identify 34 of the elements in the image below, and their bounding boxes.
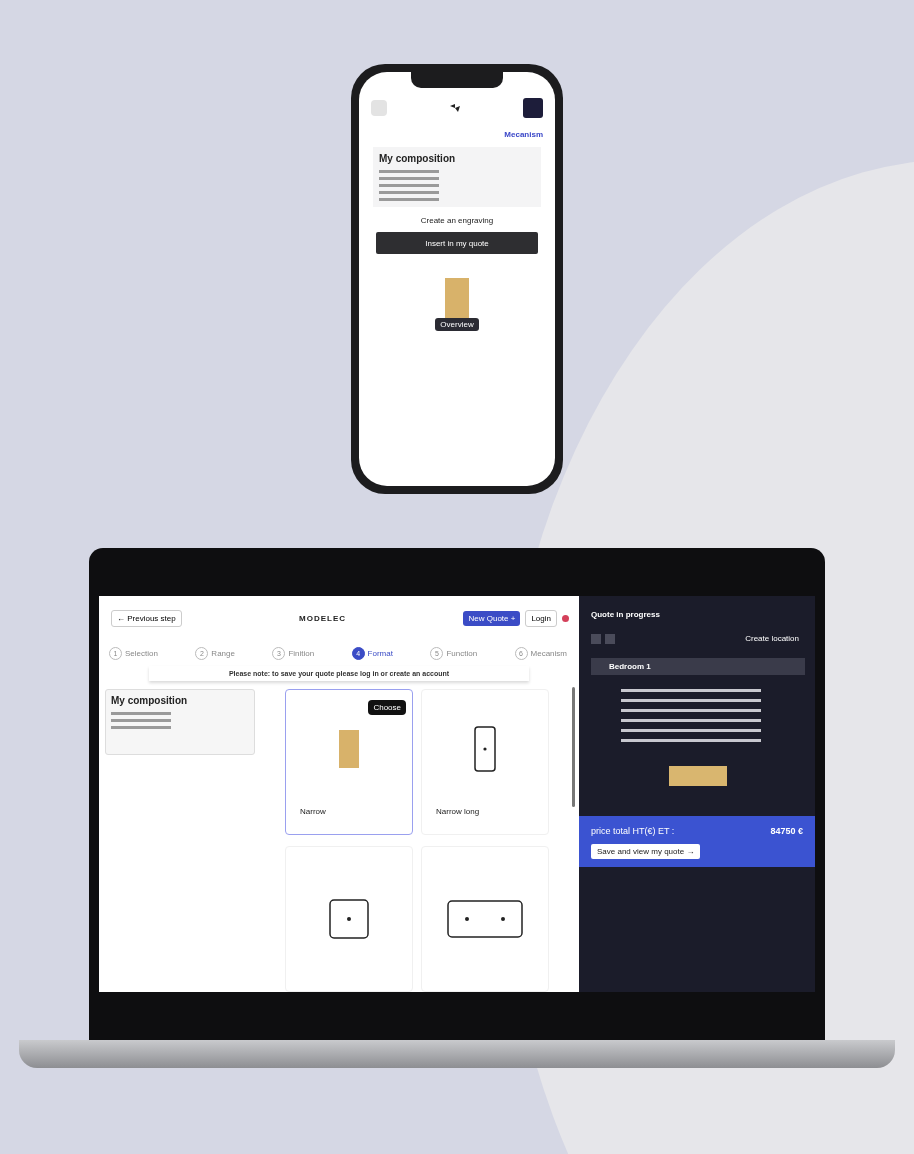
brand-logo: MODELEC <box>299 614 347 623</box>
room-row[interactable]: Bedroom 1 <box>591 658 805 675</box>
format-name: Narrow long <box>435 807 481 818</box>
total-label: price total HT(€) ET : <box>591 826 675 836</box>
format-card[interactable]: Narrow long <box>421 689 549 835</box>
composition-title: My composition <box>111 695 189 706</box>
switch-plate-image <box>339 729 359 768</box>
collapse-icon[interactable] <box>591 633 601 644</box>
overview-button[interactable]: Overview <box>435 318 479 331</box>
double-plate-icon <box>447 899 523 938</box>
composition-details-drawing <box>379 170 439 201</box>
square-plate-icon <box>329 898 369 939</box>
save-quote-button[interactable]: Save and view my quote → <box>591 844 701 859</box>
flag-icon[interactable] <box>562 615 569 622</box>
insert-button[interactable]: Insert in my quote <box>376 232 538 254</box>
avatar-icon[interactable] <box>371 100 387 116</box>
logo-icon <box>449 103 461 113</box>
step-tab[interactable]: Mecanism <box>504 130 543 139</box>
composition-title: My composition <box>379 153 457 164</box>
quote-title: Quote in progress <box>591 610 661 619</box>
create-location-button[interactable]: Create location <box>739 633 805 644</box>
login-button[interactable]: Login <box>525 610 557 627</box>
format-card[interactable] <box>421 845 549 992</box>
expand-icon[interactable] <box>605 633 615 644</box>
new-quote-button[interactable]: New Quote + <box>463 611 521 626</box>
composition-details-drawing <box>111 712 171 729</box>
previous-step-button[interactable]: ← Previous step <box>111 610 182 627</box>
switch-plate-image <box>669 766 727 786</box>
format-card[interactable]: Choose Narrow <box>285 689 413 835</box>
menu-button[interactable] <box>523 98 543 118</box>
tall-plate-icon <box>474 725 496 772</box>
choose-button[interactable]: Choose <box>368 700 406 715</box>
total-price: 84750 € <box>770 826 803 836</box>
format-name: Narrow <box>299 807 327 818</box>
